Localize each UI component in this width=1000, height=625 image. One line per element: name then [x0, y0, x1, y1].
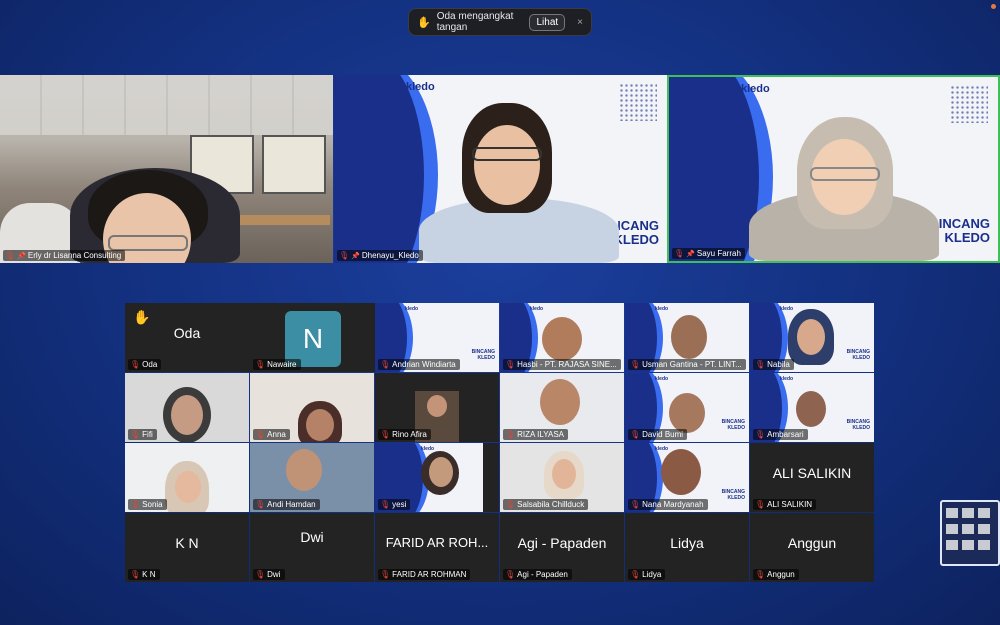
participant-name: David Bumi	[642, 430, 684, 439]
participant-name: Andi Hamdan	[267, 500, 316, 509]
muted-mic-icon: 🎙	[130, 360, 141, 369]
speaker-name: Sayu Farrah	[696, 249, 741, 258]
participant-name: Nabila	[767, 360, 790, 369]
close-notification-button[interactable]: ×	[577, 17, 583, 28]
participant-tile[interactable]: 🎙 Salsabila Chillduck	[500, 443, 624, 512]
participant-name: Anna	[267, 430, 286, 439]
self-view-thumbnail[interactable]	[940, 500, 1000, 566]
participant-tile[interactable]: kledo 🎙 Hasbi - PT. RAJASA SINE...	[500, 303, 624, 372]
participant-display-name: ALI SALIKIN	[772, 465, 852, 481]
participant-name: Dwi	[267, 570, 281, 579]
participant-name: Anggun	[767, 570, 795, 579]
participant-name: ALI SALIKIN	[767, 500, 813, 509]
participant-tile[interactable]: kledo BINCANG KLEDO 🎙 Andrian Windiarta	[375, 303, 499, 372]
participant-name: Ambarsari	[767, 430, 804, 439]
participant-name: K N	[142, 570, 156, 579]
participant-name: Nana Mardyanah	[642, 500, 704, 509]
participant-display-name: Lidya	[670, 535, 704, 551]
participant-tile[interactable]: 🎙 Anna	[250, 373, 374, 442]
participant-name: Salsabila Chillduck	[517, 500, 585, 509]
muted-mic-icon: 🎙	[339, 251, 350, 260]
speaker-name-tag: 🎙 📌 Erly dr Lisanna Consulting	[3, 250, 126, 261]
participant-tile-oda[interactable]: ✋ Oda N 🎙 Oda 🎙 Nawaire	[125, 303, 375, 372]
pin-icon: 📌	[686, 250, 695, 258]
raise-hand-notification: ✋ Oda mengangkat tangan Lihat ×	[408, 8, 592, 36]
view-button[interactable]: Lihat	[529, 13, 566, 31]
speaker-tile-2[interactable]: kledo BINCANG KLEDO 🎙 📌 Dhenayu_Kledo	[334, 75, 667, 263]
participant-name: Oda	[142, 360, 158, 369]
raised-hand-icon: ✋	[133, 309, 151, 325]
speaker-name-tag: 🎙 📌 Dhenayu_Kledo	[337, 250, 423, 261]
participant-name: Andrian Windiarta	[392, 360, 456, 369]
participant-name: Fifi	[142, 430, 153, 439]
participant-display-name: FARID AR ROH...	[385, 535, 489, 550]
participant-name: RIZA ILYASA	[517, 430, 564, 439]
raised-hand-icon: ✋	[417, 16, 431, 29]
participant-tile[interactable]: 🎙 Andi Hamdan	[250, 443, 374, 512]
participant-tile[interactable]: Agi - Papaden 🎙 Agi - Papaden	[500, 513, 624, 582]
participant-name: Hasbi - PT. RAJASA SINE...	[517, 360, 617, 369]
participant-tile[interactable]: 🎙 RIZA ILYASA	[500, 373, 624, 442]
participant-tile[interactable]: K N 🎙 K N	[125, 513, 249, 582]
participant-tile[interactable]: Lidya 🎙 Lidya	[625, 513, 749, 582]
participant-name: Lidya	[642, 570, 662, 579]
speaker-name: Dhenayu_Kledo	[361, 251, 419, 260]
participant-tile[interactable]: 🎙 Rino Afira	[375, 373, 499, 442]
participant-name: yesi	[392, 500, 407, 509]
participant-tile[interactable]: FARID AR ROH... 🎙 FARID AR ROHMAN	[375, 513, 499, 582]
pin-icon: 📌	[351, 252, 360, 260]
participant-tile[interactable]: 🎙 Sonia	[125, 443, 249, 512]
participant-name: Usman Gantina - PT. LINT...	[642, 360, 742, 369]
participant-name: Sonia	[142, 500, 163, 509]
recording-dot-icon	[991, 4, 996, 9]
muted-mic-icon: 🎙	[5, 251, 16, 260]
participant-tile[interactable]: kledo BINCANG KLEDO 🎙 Nana Mardyanah	[625, 443, 749, 512]
participant-display-name: Oda	[173, 325, 201, 341]
participant-display-name: Dwi	[300, 529, 324, 545]
speaker-name: Erly dr Lisanna Consulting	[27, 251, 122, 260]
participant-name: Rino Afira	[392, 430, 427, 439]
kledo-logo: kledo	[406, 81, 435, 93]
participant-tile[interactable]: kledo BINCANG KLEDO 🎙 Nabila	[750, 303, 874, 372]
muted-mic-icon: 🎙	[255, 360, 266, 369]
participant-tile[interactable]: kledo 🎙 Usman Gantina - PT. LINT...	[625, 303, 749, 372]
kledo-logo: kledo	[741, 83, 770, 95]
pin-icon: 📌	[17, 252, 26, 260]
participant-name: Agi - Papaden	[517, 570, 568, 579]
gallery-grid: ✋ Oda N 🎙 Oda 🎙 Nawaire kledo BINCANG KLEDO …	[125, 303, 875, 583]
participant-tile[interactable]: kledo 🎙 yesi	[375, 443, 499, 512]
notification-text: Oda mengangkat tangan	[436, 11, 514, 33]
speaker-name-tag: 🎙 📌 Sayu Farrah	[672, 248, 745, 259]
participant-display-name: K N	[175, 535, 199, 551]
participant-tile[interactable]: Anggun 🎙 Anggun	[750, 513, 874, 582]
participant-tile[interactable]: Dwi 🎙 Dwi	[250, 513, 374, 582]
participant-tile[interactable]: kledo BINCANG KLEDO 🎙 David Bumi	[625, 373, 749, 442]
participant-name: Nawaire	[267, 360, 297, 369]
participant-name: FARID AR ROHMAN	[392, 570, 467, 579]
participant-tile[interactable]: kledo BINCANG KLEDO 🎙 Ambarsari	[750, 373, 874, 442]
participant-tile[interactable]: 🎙 Fifi	[125, 373, 249, 442]
muted-mic-icon: 🎙	[674, 249, 685, 258]
participant-display-name: Agi - Papaden	[517, 535, 607, 551]
participant-tile[interactable]: ALI SALIKIN 🎙 ALI SALIKIN	[750, 443, 874, 512]
participant-display-name: Anggun	[787, 535, 837, 551]
speaker-tile-3-active[interactable]: kledo BINCANG KLEDO 🎙 📌 Sayu Farrah	[667, 75, 1000, 263]
speaker-tile-1[interactable]: 🎙 📌 Erly dr Lisanna Consulting	[0, 75, 333, 263]
